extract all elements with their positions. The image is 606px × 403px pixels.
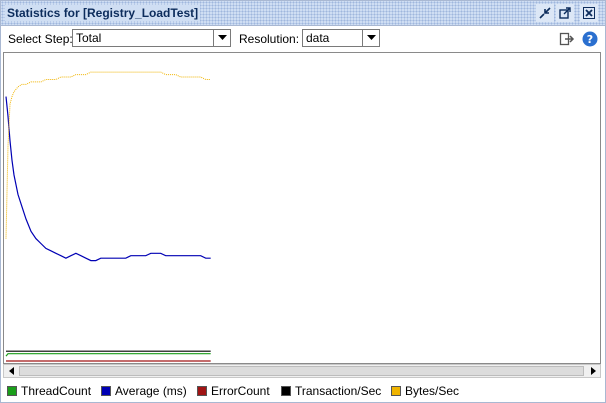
chart-legend: ThreadCount Average (ms) ErrorCount Tran…: [1, 381, 605, 401]
export-icon: [559, 32, 575, 46]
scroll-left-button[interactable]: [4, 365, 18, 377]
legend-swatch: [391, 386, 401, 396]
legend-label: ThreadCount: [21, 384, 92, 398]
chevron-down-icon[interactable]: [213, 30, 230, 46]
help-icon: ?: [582, 31, 598, 47]
horizontal-scrollbar[interactable]: [3, 364, 601, 378]
legend-item-errorcount[interactable]: ErrorCount: [197, 384, 270, 398]
export-button[interactable]: [558, 30, 576, 48]
scrollbar-thumb[interactable]: [19, 366, 584, 376]
step-label: Select Step:: [8, 32, 73, 46]
maximize-button[interactable]: [556, 4, 574, 22]
legend-item-bytes-sec[interactable]: Bytes/Sec: [391, 384, 459, 398]
maximize-icon: [559, 7, 571, 19]
legend-item-transaction-sec[interactable]: Transaction/Sec: [281, 384, 381, 398]
series-line-threadcount: [5, 353, 211, 357]
series-line-bytes-sec: [5, 71, 211, 239]
chevron-down-icon[interactable]: [362, 30, 379, 46]
dock-icon: [539, 7, 551, 19]
legend-swatch: [281, 386, 291, 396]
legend-label: Transaction/Sec: [295, 384, 382, 398]
close-icon: [583, 7, 595, 19]
close-button[interactable]: [580, 4, 598, 22]
resolution-label: Resolution:: [239, 32, 300, 46]
step-select-value: Total: [76, 31, 102, 45]
resolution-select[interactable]: data: [302, 29, 380, 47]
help-button[interactable]: ?: [581, 30, 599, 48]
step-select[interactable]: Total: [72, 29, 231, 47]
legend-label: ErrorCount: [211, 384, 270, 398]
scroll-right-button[interactable]: [586, 365, 600, 377]
arrow-right-icon: [590, 367, 596, 375]
legend-label: Bytes/Sec: [405, 384, 460, 398]
legend-swatch: [101, 386, 111, 396]
legend-swatch: [197, 386, 207, 396]
statistics-chart: [3, 52, 601, 364]
dock-button[interactable]: [536, 4, 554, 22]
title-bar[interactable]: Statistics for [Registry_LoadTest]: [1, 1, 605, 26]
window-title: Statistics for [Registry_LoadTest]: [5, 5, 201, 21]
chart-plot: [5, 71, 211, 362]
legend-item-average[interactable]: Average (ms): [101, 384, 187, 398]
legend-item-threadcount[interactable]: ThreadCount: [7, 384, 91, 398]
legend-swatch: [7, 386, 17, 396]
series-line-average-ms: [5, 96, 211, 262]
arrow-left-icon: [8, 367, 14, 375]
statistics-window: Statistics for [Registry_LoadTest] Selec…: [0, 0, 606, 403]
svg-text:?: ?: [587, 33, 593, 46]
legend-label: Average (ms): [115, 384, 187, 398]
resolution-select-value: data: [306, 31, 330, 45]
